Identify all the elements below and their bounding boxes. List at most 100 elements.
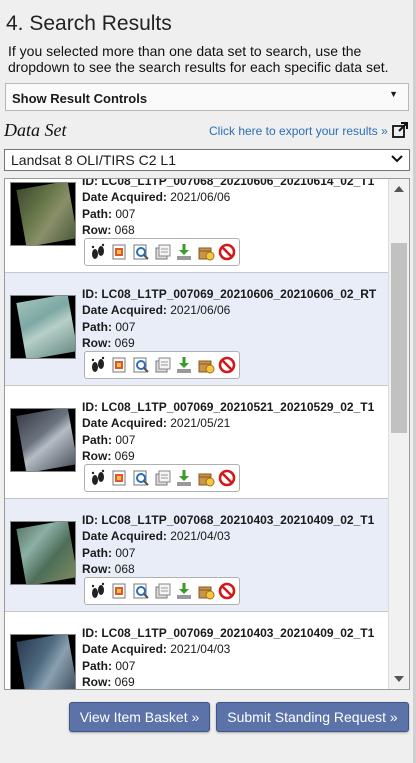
- scene-thumbnail[interactable]: [10, 295, 76, 359]
- compare-icon[interactable]: [153, 581, 173, 601]
- id-value: LC08_L1TP_007069_20210606_20210606_02_RT: [101, 287, 377, 301]
- scene-thumbnail[interactable]: [10, 408, 76, 472]
- result-row-number: Row: 069: [82, 335, 376, 351]
- date-value: 2021/04/03: [170, 642, 231, 657]
- metadata-icon[interactable]: [131, 468, 151, 488]
- result-date: Date Acquired: 2021/04/03: [82, 641, 374, 657]
- metadata-icon[interactable]: [131, 242, 151, 262]
- result-toolbar: [84, 351, 240, 379]
- row-value: 069: [114, 336, 135, 351]
- results-panel[interactable]: ID: LC08_L1TP_007068_20210606_20210614_0…: [4, 178, 410, 690]
- result-id: ID: LC08_L1TP_007068_20210403_20210409_0…: [82, 512, 374, 528]
- scrollbar-thumb[interactable]: [391, 243, 407, 433]
- overlay-icon[interactable]: [110, 242, 130, 262]
- exclude-icon[interactable]: [217, 468, 237, 488]
- exclude-icon[interactable]: [217, 355, 237, 375]
- view-item-basket-button[interactable]: View Item Basket »: [69, 702, 210, 732]
- download-icon[interactable]: [174, 468, 194, 488]
- result-row: ID: LC08_L1TP_007069_20210403_20210409_0…: [5, 612, 389, 690]
- footprint-icon[interactable]: [88, 242, 108, 262]
- row-value: 069: [114, 675, 135, 690]
- overlay-icon[interactable]: [110, 468, 130, 488]
- download-icon[interactable]: [174, 581, 194, 601]
- metadata-icon[interactable]: [131, 355, 151, 375]
- path-label: Path:: [82, 658, 112, 673]
- result-path: Path: 007: [82, 658, 374, 674]
- result-date: Date Acquired: 2021/04/03: [82, 528, 374, 544]
- metadata-icon[interactable]: [131, 581, 151, 601]
- id-label: ID:: [82, 400, 98, 414]
- result-list: ID: LC08_L1TP_007068_20210606_20210614_0…: [5, 178, 389, 690]
- overlay-icon[interactable]: [110, 581, 130, 601]
- id-label: ID:: [82, 178, 98, 188]
- scene-image: [16, 296, 75, 358]
- result-controls-toggle[interactable]: Show Result Controls ▼: [5, 83, 409, 111]
- row-label: Row:: [82, 449, 112, 464]
- id-value: LC08_L1TP_007068_20210606_20210614_02_T1: [101, 178, 375, 188]
- row-value: 069: [114, 449, 135, 464]
- id-value: LC08_L1TP_007069_20210403_20210409_02_T1: [101, 626, 375, 640]
- result-row: ID: LC08_L1TP_007068_20210606_20210614_0…: [5, 178, 389, 273]
- download-icon[interactable]: [174, 242, 194, 262]
- date-label: Date Acquired:: [82, 190, 167, 205]
- result-row-number: Row: 069: [82, 674, 374, 690]
- result-date: Date Acquired: 2021/06/06: [82, 302, 376, 318]
- scene-thumbnail[interactable]: [10, 634, 76, 689]
- id-label: ID:: [82, 513, 98, 527]
- path-value: 007: [115, 319, 136, 334]
- compare-icon[interactable]: [153, 468, 173, 488]
- export-icon[interactable]: [392, 122, 408, 138]
- date-value: 2021/06/06: [170, 190, 231, 205]
- scene-thumbnail[interactable]: [10, 182, 76, 246]
- result-row-number: Row: 068: [82, 561, 374, 577]
- date-value: 2021/04/03: [170, 529, 231, 544]
- compare-icon[interactable]: [153, 355, 173, 375]
- row-label: Row:: [82, 336, 112, 351]
- result-date: Date Acquired: 2021/06/06: [82, 189, 374, 205]
- path-value: 007: [115, 432, 136, 447]
- footprint-icon[interactable]: [88, 468, 108, 488]
- path-label: Path:: [82, 319, 112, 334]
- result-path: Path: 007: [82, 319, 376, 335]
- result-toolbar: [84, 577, 240, 605]
- scroll-down-arrow-icon[interactable]: [389, 671, 409, 687]
- order-icon[interactable]: [196, 581, 216, 601]
- order-icon[interactable]: [196, 242, 216, 262]
- result-controls-label: Show Result Controls: [12, 91, 148, 106]
- result-id: ID: LC08_L1TP_007069_20210521_20210529_0…: [82, 399, 374, 415]
- dataset-select-value: Landsat 8 OLI/TIRS C2 L1: [11, 152, 176, 168]
- scene-image: [16, 522, 75, 584]
- export-results-link[interactable]: Click here to export your results »: [209, 124, 388, 138]
- path-value: 007: [115, 658, 136, 673]
- row-value: 068: [114, 562, 135, 577]
- compare-icon[interactable]: [153, 242, 173, 262]
- footprint-icon[interactable]: [88, 581, 108, 601]
- dataset-select[interactable]: Landsat 8 OLI/TIRS C2 L1: [4, 149, 410, 171]
- scene-thumbnail[interactable]: [10, 521, 76, 585]
- result-row: ID: LC08_L1TP_007068_20210403_20210409_0…: [5, 499, 389, 612]
- result-info: ID: LC08_L1TP_007069_20210403_20210409_0…: [82, 625, 375, 690]
- download-icon[interactable]: [174, 355, 194, 375]
- exclude-icon[interactable]: [217, 581, 237, 601]
- footprint-icon[interactable]: [88, 355, 108, 375]
- row-label: Row:: [82, 675, 112, 690]
- date-label: Date Acquired:: [82, 642, 167, 657]
- order-icon[interactable]: [196, 355, 216, 375]
- date-value: 2021/05/21: [170, 416, 231, 431]
- id-value: LC08_L1TP_007068_20210403_20210409_02_T1: [101, 513, 375, 527]
- submit-standing-request-button[interactable]: Submit Standing Request »: [216, 702, 409, 732]
- result-info: ID: LC08_L1TP_007068_20210606_20210614_0…: [82, 178, 375, 239]
- scene-image: [16, 635, 75, 689]
- result-id: ID: LC08_L1TP_007069_20210606_20210606_0…: [82, 286, 376, 302]
- scroll-up-arrow-icon[interactable]: [389, 181, 409, 197]
- exclude-icon[interactable]: [217, 242, 237, 262]
- overlay-icon[interactable]: [110, 355, 130, 375]
- id-label: ID:: [82, 626, 98, 640]
- dataset-label: Data Set: [4, 120, 67, 140]
- results-scrollbar[interactable]: [388, 179, 409, 689]
- scene-image: [16, 183, 75, 245]
- path-value: 007: [115, 206, 136, 221]
- date-label: Date Acquired:: [82, 529, 167, 544]
- order-icon[interactable]: [196, 468, 216, 488]
- chevron-down-icon: [391, 155, 403, 163]
